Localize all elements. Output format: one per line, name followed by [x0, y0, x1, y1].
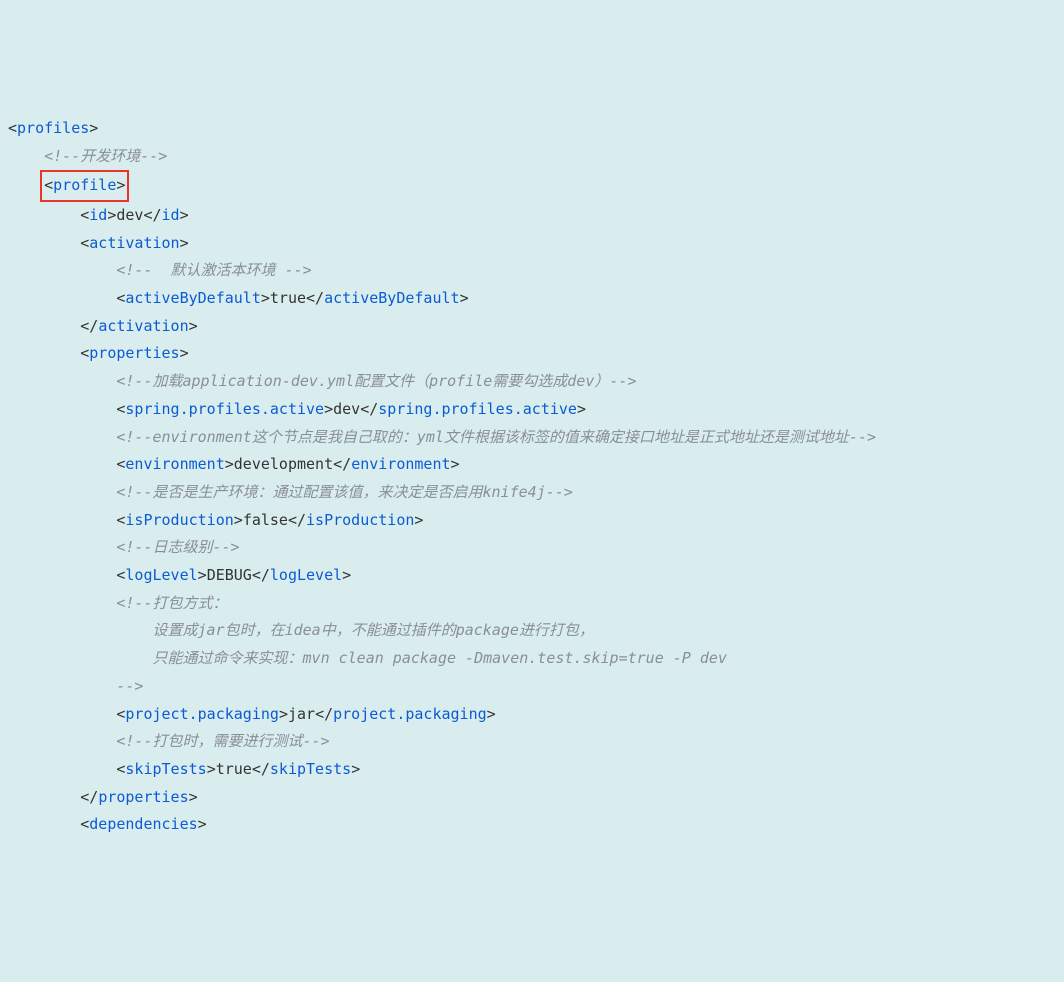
xml-comment: 只能通过命令来实现：mvn clean package -Dmaven.test…: [153, 649, 727, 667]
angle-bracket: <: [80, 344, 89, 362]
code-line: <profiles>: [8, 115, 1056, 143]
xml-tag-name: id: [89, 206, 107, 224]
xml-comment: <!--打包时，需要进行测试-->: [116, 732, 329, 750]
code-line: <!-- 默认激活本环境 -->: [8, 257, 1056, 285]
xml-text-value: dev: [116, 206, 143, 224]
angle-bracket: >: [180, 234, 189, 252]
code-line: <!--打包方式：: [8, 590, 1056, 618]
xml-text-value: true: [216, 760, 252, 778]
xml-comment: <!--开发环境-->: [44, 147, 167, 165]
code-line: <properties>: [8, 340, 1056, 368]
xml-tag-name: isProduction: [306, 511, 414, 529]
xml-comment: 设置成jar包时，在idea中，不能通过插件的package进行打包，: [153, 621, 594, 639]
code-line: <!--加载application-dev.yml配置文件（profile需要勾…: [8, 368, 1056, 396]
xml-tag-name: spring.profiles.active: [125, 400, 324, 418]
code-line: <dependencies>: [8, 811, 1056, 839]
code-line: </activation>: [8, 313, 1056, 341]
xml-tag-name: activation: [89, 234, 179, 252]
angle-bracket: >: [180, 344, 189, 362]
angle-bracket: <: [44, 176, 53, 194]
code-line: <!--日志级别-->: [8, 534, 1056, 562]
xml-tag-name: id: [162, 206, 180, 224]
code-line: <!--是否是生产环境：通过配置该值，来决定是否启用knife4j-->: [8, 479, 1056, 507]
xml-tag-name: profile: [53, 176, 116, 194]
code-line: -->: [8, 673, 1056, 701]
xml-comment: <!--environment这个节点是我自己取的：yml文件根据该标签的值来确…: [116, 428, 876, 446]
xml-text-value: true: [270, 289, 306, 307]
highlight-box: <profile>: [40, 170, 129, 202]
code-line: <id>dev</id>: [8, 202, 1056, 230]
angle-bracket: >: [189, 317, 198, 335]
code-line: <skipTests>true</skipTests>: [8, 756, 1056, 784]
xml-tag-name: environment: [125, 455, 224, 473]
code-line: <spring.profiles.active>dev</spring.prof…: [8, 396, 1056, 424]
code-line: <profile>: [8, 170, 1056, 202]
xml-tag-name: isProduction: [125, 511, 233, 529]
code-line: <isProduction>false</isProduction>: [8, 507, 1056, 535]
angle-bracket: <: [8, 119, 17, 137]
xml-comment: <!--加载application-dev.yml配置文件（profile需要勾…: [116, 372, 636, 390]
code-line: <!--开发环境-->: [8, 143, 1056, 171]
angle-bracket: >: [89, 119, 98, 137]
xml-tag-name: properties: [98, 788, 188, 806]
code-line: <project.packaging>jar</project.packagin…: [8, 701, 1056, 729]
xml-tag-name: activeByDefault: [324, 289, 459, 307]
angle-bracket: </: [80, 317, 98, 335]
xml-tag-name: profiles: [17, 119, 89, 137]
angle-bracket: </: [80, 788, 98, 806]
xml-comment: <!-- 默认激活本环境 -->: [116, 261, 311, 279]
xml-text-value: jar: [288, 705, 315, 723]
xml-text-value: development: [234, 455, 333, 473]
xml-tag-name: skipTests: [125, 760, 206, 778]
xml-tag-name: dependencies: [89, 815, 197, 833]
code-line: <activation>: [8, 230, 1056, 258]
angle-bracket: <: [80, 234, 89, 252]
xml-tag-name: logLevel: [125, 566, 197, 584]
xml-comment: -->: [116, 677, 143, 695]
angle-bracket: >: [198, 815, 207, 833]
code-line: 只能通过命令来实现：mvn clean package -Dmaven.test…: [8, 645, 1056, 673]
xml-code-block: <profiles> <!--开发环境--> <profile> <id>dev…: [8, 115, 1056, 839]
angle-bracket: >: [189, 788, 198, 806]
xml-text-value: dev: [333, 400, 360, 418]
xml-tag-name: project.packaging: [125, 705, 279, 723]
code-line: <environment>development</environment>: [8, 451, 1056, 479]
xml-text-value: false: [243, 511, 288, 529]
xml-comment: <!--是否是生产环境：通过配置该值，来决定是否启用knife4j-->: [116, 483, 572, 501]
angle-bracket: <: [80, 815, 89, 833]
code-line: <!--打包时，需要进行测试-->: [8, 728, 1056, 756]
xml-tag-name: activation: [98, 317, 188, 335]
code-line: 设置成jar包时，在idea中，不能通过插件的package进行打包，: [8, 617, 1056, 645]
angle-bracket: >: [116, 176, 125, 194]
xml-tag-name: logLevel: [270, 566, 342, 584]
xml-tag-name: properties: [89, 344, 179, 362]
code-line: <logLevel>DEBUG</logLevel>: [8, 562, 1056, 590]
xml-tag-name: skipTests: [270, 760, 351, 778]
code-line: <activeByDefault>true</activeByDefault>: [8, 285, 1056, 313]
xml-comment: <!--打包方式：: [116, 594, 227, 612]
code-line: </properties>: [8, 784, 1056, 812]
xml-tag-name: spring.profiles.active: [378, 400, 577, 418]
xml-tag-name: environment: [351, 455, 450, 473]
xml-tag-name: activeByDefault: [125, 289, 260, 307]
code-line: <!--environment这个节点是我自己取的：yml文件根据该标签的值来确…: [8, 424, 1056, 452]
xml-tag-name: project.packaging: [333, 705, 487, 723]
xml-comment: <!--日志级别-->: [116, 538, 239, 556]
xml-text-value: DEBUG: [207, 566, 252, 584]
